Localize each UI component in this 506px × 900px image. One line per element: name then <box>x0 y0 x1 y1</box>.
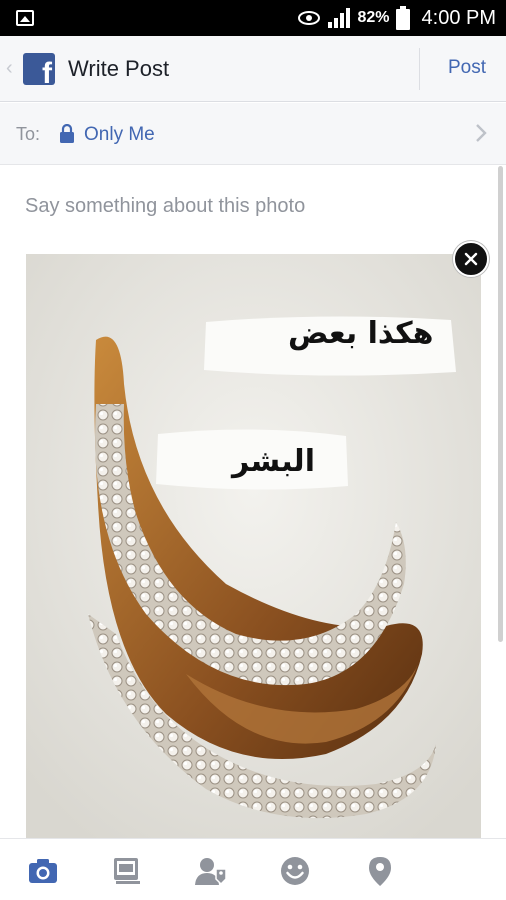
photo-caption-line1: هكذا بعض <box>288 316 434 351</box>
composer-toolbar <box>0 838 506 900</box>
eye-icon <box>298 11 321 25</box>
tag-people-button[interactable] <box>194 855 227 887</box>
battery-icon <box>395 6 410 30</box>
photo-caption-line2: البشر <box>232 444 315 479</box>
location-button[interactable] <box>364 855 396 887</box>
attached-photo[interactable]: هكذا بعض البشر <box>26 254 481 840</box>
page-title: Write Post <box>68 56 170 81</box>
status-icons: 82% 4:00 PM <box>297 0 496 36</box>
facebook-logo-icon[interactable]: f <box>23 53 55 85</box>
camera-icon <box>29 859 57 883</box>
location-icon <box>369 857 391 886</box>
battery-percent: 82% <box>357 9 390 26</box>
remove-photo-button[interactable] <box>453 241 489 277</box>
album-button[interactable] <box>111 855 143 887</box>
feeling-button[interactable] <box>279 855 311 887</box>
composer-area: Say something about this photo هكذا بعض … <box>0 166 506 840</box>
close-icon <box>464 252 478 266</box>
chevron-right-icon <box>476 124 487 142</box>
header-divider <box>419 48 420 90</box>
tag-people-icon <box>195 858 227 886</box>
post-text-input[interactable]: Say something about this photo <box>25 195 305 218</box>
camera-button[interactable] <box>27 855 59 887</box>
privacy-value: Only Me <box>84 124 155 145</box>
status-bar: 82% 4:00 PM <box>0 0 506 36</box>
clock: 4:00 PM <box>421 6 496 29</box>
back-chevron-icon[interactable]: ‹ <box>6 58 13 78</box>
to-label: To: <box>16 124 41 144</box>
image-notification-icon <box>16 10 34 26</box>
scrollbar[interactable] <box>498 166 503 642</box>
feeling-icon <box>281 857 309 885</box>
app-header: ‹ f Write Post Post <box>0 36 506 102</box>
album-icon <box>114 858 140 884</box>
facebook-logo-letter: f <box>42 57 52 86</box>
post-button[interactable]: Post <box>448 57 486 79</box>
signal-icon <box>328 8 351 28</box>
lock-icon <box>60 124 74 143</box>
audience-selector[interactable]: To: Only Me <box>0 103 506 165</box>
